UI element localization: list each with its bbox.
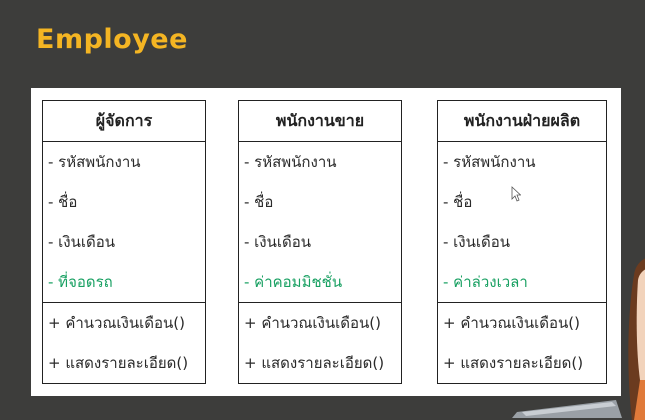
attribute: - รหัสพนักงาน — [244, 153, 337, 171]
method: + แสดงรายละเอียด() — [48, 354, 189, 372]
attribute: - รหัสพนักงาน — [48, 153, 141, 171]
method-section: + คำนวณเงินเดือน() + แสดงรายละเอียด() — [438, 303, 606, 383]
attribute: - เงินเดือน — [443, 233, 511, 251]
attribute-section: - รหัสพนักงาน - ชื่อ - เงินเดือน - ค่าล่… — [438, 142, 606, 303]
attribute: - เงินเดือน — [48, 233, 116, 251]
attribute: - ชื่อ — [443, 193, 473, 211]
class-name: พนักงานขาย — [239, 101, 401, 142]
method: + แสดงรายละเอียด() — [244, 354, 385, 372]
method: + คำนวณเงินเดือน() — [244, 314, 381, 332]
attribute-specific: - ที่จอดรถ — [48, 273, 113, 291]
attribute: - ชื่อ — [244, 193, 274, 211]
class-box-manager: ผู้จัดการ - รหัสพนักงาน - ชื่อ - เงินเดื… — [42, 100, 206, 384]
slide-title: Employee — [36, 24, 188, 55]
method: + แสดงรายละเอียด() — [443, 354, 584, 372]
attribute: - ชื่อ — [48, 193, 78, 211]
attribute-section: - รหัสพนักงาน - ชื่อ - เงินเดือน - ที่จอ… — [43, 142, 205, 303]
attribute: - รหัสพนักงาน — [443, 153, 536, 171]
method-section: + คำนวณเงินเดือน() + แสดงรายละเอียด() — [239, 303, 401, 383]
method-section: + คำนวณเงินเดือน() + แสดงรายละเอียด() — [43, 303, 205, 383]
class-box-salesperson: พนักงานขาย - รหัสพนักงาน - ชื่อ - เงินเด… — [238, 100, 402, 384]
laptop-illustration — [512, 400, 622, 418]
attribute: - เงินเดือน — [244, 233, 312, 251]
method: + คำนวณเงินเดือน() — [48, 314, 185, 332]
attribute-specific: - ค่าล่วงเวลา — [443, 273, 528, 291]
cartoon-character-illustration — [628, 258, 645, 420]
class-box-production-worker: พนักงานฝ่ายผลิต - รหัสพนักงาน - ชื่อ - เ… — [437, 100, 607, 384]
mouse-pointer-icon — [511, 186, 521, 202]
attribute-section: - รหัสพนักงาน - ชื่อ - เงินเดือน - ค่าคอ… — [239, 142, 401, 303]
class-name: พนักงานฝ่ายผลิต — [438, 101, 606, 142]
class-diagram: ผู้จัดการ - รหัสพนักงาน - ชื่อ - เงินเดื… — [31, 88, 621, 396]
method: + คำนวณเงินเดือน() — [443, 314, 580, 332]
attribute-specific: - ค่าคอมมิชชั่น — [244, 273, 343, 291]
class-name: ผู้จัดการ — [43, 101, 205, 142]
